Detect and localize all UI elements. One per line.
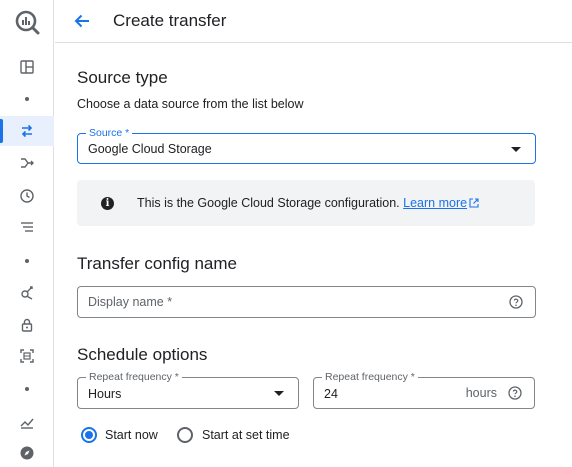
learn-more-label: Learn more: [403, 196, 468, 210]
frequency-number-value: 24: [324, 387, 338, 401]
info-text: This is the Google Cloud Storage configu…: [137, 196, 479, 210]
source-label: Source *: [86, 127, 133, 139]
dropdown-arrow-icon: [511, 147, 521, 152]
source-type-heading: Source type: [77, 68, 168, 87]
rail-separator-dot: [25, 97, 29, 101]
left-nav-rail: [0, 0, 54, 467]
compass-icon[interactable]: [0, 438, 54, 467]
bigquery-logo-icon[interactable]: [12, 8, 42, 38]
frequency-unit: hours: [465, 386, 497, 400]
info-banner: i This is the Google Cloud Storage confi…: [77, 180, 535, 226]
lock-icon[interactable]: [0, 310, 54, 340]
wrench-icon[interactable]: [0, 278, 54, 308]
repeat-frequency-select[interactable]: Repeat frequency * Hours: [77, 371, 299, 409]
source-type-subtitle: Choose a data source from the list below: [77, 97, 304, 111]
start-at-set-time-radio[interactable]: [177, 427, 193, 443]
start-now-radio[interactable]: [81, 427, 97, 443]
source-select[interactable]: Source * Google Cloud Storage: [77, 127, 536, 164]
repeat-frequency-label: Repeat frequency *: [86, 371, 182, 383]
swap-arrows-icon[interactable]: [0, 116, 54, 146]
learn-more-link[interactable]: Learn more: [403, 196, 479, 210]
display-name-input[interactable]: Display name *: [77, 286, 536, 318]
pipeline-icon[interactable]: [0, 148, 54, 178]
frequency-number-input[interactable]: Repeat frequency * 24 hours: [313, 371, 535, 409]
arrow-back-icon: [74, 14, 89, 28]
rail-separator-dot: [25, 259, 29, 263]
start-now-label[interactable]: Start now: [105, 428, 158, 442]
frequency-number-label: Repeat frequency *: [322, 371, 418, 383]
config-name-heading: Transfer config name: [77, 254, 237, 273]
info-icon: i: [101, 197, 114, 210]
page-title: Create transfer: [113, 11, 227, 30]
start-at-set-time-label[interactable]: Start at set time: [202, 428, 290, 442]
schedule-heading: Schedule options: [77, 345, 208, 364]
rail-separator-dot: [25, 387, 29, 391]
display-name-placeholder: Display name *: [88, 295, 173, 309]
list-icon[interactable]: [0, 212, 54, 242]
help-icon[interactable]: [509, 295, 523, 309]
source-value: Google Cloud Storage: [88, 142, 212, 156]
scan-frame-icon[interactable]: [0, 341, 54, 371]
back-button[interactable]: [71, 10, 93, 32]
repeat-frequency-value: Hours: [88, 387, 122, 401]
help-icon[interactable]: [508, 386, 522, 400]
history-clock-icon[interactable]: [0, 181, 54, 211]
open-in-new-icon: [469, 198, 479, 208]
analytics-icon[interactable]: [0, 407, 54, 437]
dashboard-icon[interactable]: [0, 52, 54, 82]
page-header: Create transfer: [55, 0, 572, 43]
info-message: This is the Google Cloud Storage configu…: [137, 196, 400, 210]
dropdown-arrow-icon: [274, 391, 284, 396]
